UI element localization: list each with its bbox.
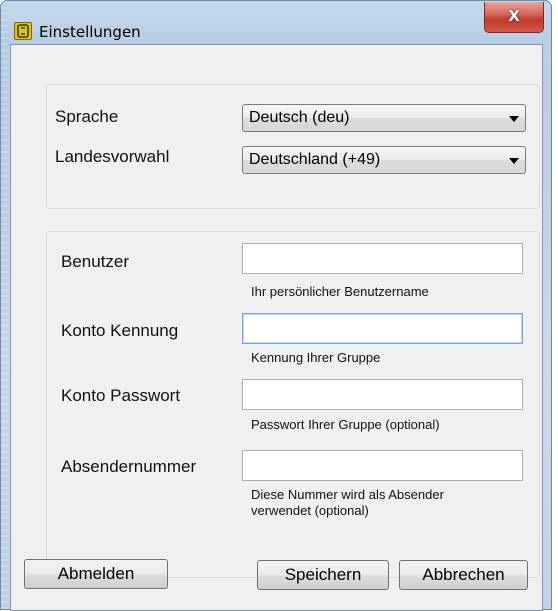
benutzer-label: Benutzer [61,252,130,271]
kennung-hint: Kennung Ihrer Gruppe [251,350,381,365]
absender-hint-line1: Diese Nummer wird als Absender [251,487,444,502]
dialog-content: Sprache Deutsch (deu) Landesvorwahl Deut… [10,44,543,611]
app-logo-icon [14,22,32,40]
absender-label: Absendernummer [61,457,197,476]
kennung-label: Konto Kennung [61,321,179,340]
passwort-input[interactable] [242,379,523,410]
abbrechen-button[interactable]: Abbrechen [399,560,528,590]
passwort-hint: Passwort Ihrer Gruppe (optional) [251,417,440,432]
chevron-down-icon [509,158,519,164]
sprache-dropdown[interactable]: Deutsch (deu) [242,104,526,132]
speichern-button[interactable]: Speichern [257,560,389,590]
landesvorwahl-label: Landesvorwahl [55,147,170,166]
landesvorwahl-value: Deutschland (+49) [249,151,381,168]
dialog-window: Einstellungen X Sprache Deutsch (deu) La… [0,0,553,611]
sprache-label: Sprache [55,107,119,126]
kennung-input[interactable] [242,313,523,344]
abmelden-button[interactable]: Abmelden [24,559,168,589]
chevron-down-icon [509,116,519,122]
benutzer-hint: Ihr persönlicher Benutzername [251,284,429,299]
absender-hint: Diese Nummer wird als Absender verwendet… [251,487,444,519]
absender-input[interactable] [242,450,523,481]
passwort-label: Konto Passwort [61,386,181,405]
window-title: Einstellungen [39,23,141,41]
sprache-value: Deutsch (deu) [249,109,350,126]
close-icon: X [508,7,520,25]
benutzer-input[interactable] [242,243,523,274]
absender-hint-line2: verwendet (optional) [251,503,369,518]
landesvorwahl-dropdown[interactable]: Deutschland (+49) [242,146,526,174]
title-bar[interactable]: Einstellungen X [1,1,553,43]
close-button[interactable]: X [484,2,544,33]
